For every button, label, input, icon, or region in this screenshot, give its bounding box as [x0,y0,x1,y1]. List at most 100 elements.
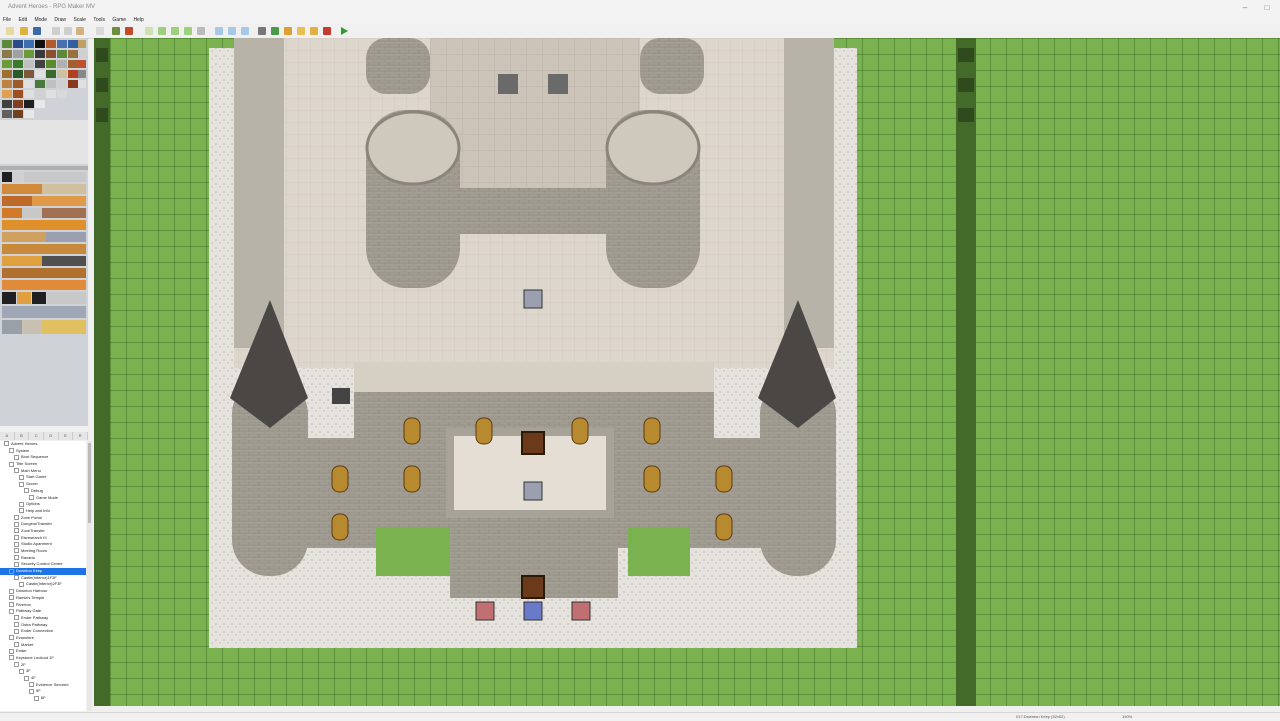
map-tree-item[interactable]: Help and Info [0,508,86,515]
plugin-manager-icon[interactable] [271,27,279,35]
database-icon[interactable] [258,27,266,35]
cut-icon[interactable] [52,27,60,35]
tab-e[interactable]: E [59,432,74,440]
map-tree-item[interactable]: Zone Portal [0,515,86,522]
tab-d[interactable]: D [44,432,59,440]
map-icon [29,682,34,688]
map-tree-label: Game Mode [36,494,59,500]
scrollbar-thumb[interactable] [88,443,91,523]
map-tree-item[interactable]: 2F [0,662,86,669]
map-tree-item[interactable]: Ender [0,648,86,655]
tab-r[interactable]: R [73,432,89,440]
map-tree-item[interactable]: Advent Heroes [0,441,86,448]
menu-scale[interactable]: Scale [70,16,89,24]
tileset-preview[interactable] [0,38,88,426]
map-tree-item[interactable]: Main Menu [0,468,86,475]
shadow-pen-icon[interactable] [197,27,205,35]
fill-icon[interactable] [184,27,192,35]
zoom-out-icon[interactable] [228,27,236,35]
playtest-icon[interactable] [341,27,348,35]
open-project-icon[interactable] [20,27,28,35]
map-tree-item[interactable]: Keystone Lookout 1F [0,655,86,662]
map-tree-item[interactable]: 3F [0,668,86,675]
copy-icon[interactable] [64,27,72,35]
map-tree-item[interactable]: 5F [0,688,86,695]
menu-game[interactable]: Game [109,16,129,24]
zoom-level-label: 150% [1122,714,1133,719]
menu-edit[interactable]: Edit [15,16,30,24]
map-icon [14,642,19,648]
sound-test-icon[interactable] [284,27,292,35]
map-tree-item[interactable]: Riverton [0,602,86,609]
map-tree-item[interactable]: Start Game [0,474,86,481]
map-tree[interactable]: Advent Heroes System Boot Sequence Title Sc… [0,441,86,711]
map-tree-item[interactable]: Downton Keep [0,568,86,575]
map-tree-item[interactable]: Ender Pathway [0,615,86,622]
rectangle-icon[interactable] [158,27,166,35]
actual-size-icon[interactable] [241,27,249,35]
map-tree-label: Eisresearch III [21,534,47,540]
map-tree-item[interactable]: Studio Apartment [0,541,86,548]
map-tree-label: Market [21,641,34,647]
menu-help[interactable]: Help [130,16,146,24]
map-tree-item[interactable]: 6F [0,695,86,702]
zoom-in-icon[interactable] [215,27,223,35]
menu-mode[interactable]: Mode [31,16,50,24]
map-tree-item[interactable]: Eisresearch III [0,535,86,542]
tab-a[interactable]: A [0,432,15,440]
map-tree-item[interactable]: Ender Connection [0,628,86,635]
map-tree-label: 4F [31,675,36,681]
map-info-label: 017:Downton Keep (52x52) [1016,714,1065,719]
map-tree-item[interactable]: Castle(Interior)2F3F [0,581,86,588]
map-tree-item[interactable]: Options [0,501,86,508]
new-project-icon[interactable] [6,27,14,35]
map-tree-item[interactable]: DungeonTransfer [0,521,86,528]
map-tree-item[interactable]: Castle(Interior)1F3F [0,575,86,582]
map-tree-item[interactable]: Boot Sequence [0,454,86,461]
tab-b[interactable]: B [15,432,30,440]
map-tree-item[interactable]: Ravaria [0,555,86,562]
tileset-palette[interactable] [0,38,88,426]
menu-draw[interactable]: Draw [51,16,69,24]
menu-tools[interactable]: Tools [90,16,108,24]
resource-manager-icon[interactable] [310,27,318,35]
map-icon [24,675,29,681]
map-tree-label: 5F [36,688,41,694]
event-searcher-icon[interactable] [297,27,305,35]
pencil-icon[interactable] [145,27,153,35]
map-tree-item[interactable]: 4F [0,675,86,682]
map-tree-scrollbar[interactable] [87,441,92,711]
map-layout[interactable] [94,38,1280,706]
tab-c[interactable]: C [29,432,45,440]
map-tree-item[interactable]: Secret [0,481,86,488]
map-tree-item[interactable]: Security Control Centre [0,561,86,568]
map-tree-item[interactable]: Pathway Gate [0,608,86,615]
map-tree-item[interactable]: Evanshire [0,635,86,642]
map-tree-item[interactable]: System [0,448,86,455]
map-tree-label: Keystone Lookout 1F [16,655,54,660]
map-tree-item[interactable]: Game Mode [0,495,86,502]
map-tree-item[interactable]: Debug [0,488,86,495]
map-tree-item[interactable]: ZoneTransfer [0,528,86,535]
character-generator-icon[interactable] [323,27,331,35]
map-icon [9,601,14,607]
map-tree-item[interactable]: Market [0,642,86,649]
map-tree-item[interactable]: Evidence Secured [0,682,86,689]
event-mode-icon[interactable] [125,27,133,35]
undo-icon[interactable] [96,27,104,35]
map-mode-icon[interactable] [112,27,120,35]
map-icon [29,494,34,500]
map-canvas[interactable] [94,38,1280,706]
map-tree-item[interactable]: Ramia's Temple [0,595,86,602]
menu-bar: File Edit Mode Draw Scale Tools Game Hel… [0,16,1280,24]
map-tree-item[interactable]: Downton Harbour [0,588,86,595]
map-tree-item[interactable]: Ostra Pathway [0,622,86,629]
minimize-icon[interactable]: – [1234,2,1256,14]
ellipse-icon[interactable] [171,27,179,35]
maximize-icon[interactable]: □ [1256,2,1278,14]
menu-file[interactable]: File [0,16,14,24]
map-tree-item[interactable]: Meeting Room [0,548,86,555]
save-project-icon[interactable] [33,27,41,35]
paste-icon[interactable] [76,27,84,35]
map-tree-item[interactable]: Title Screen [0,461,86,468]
